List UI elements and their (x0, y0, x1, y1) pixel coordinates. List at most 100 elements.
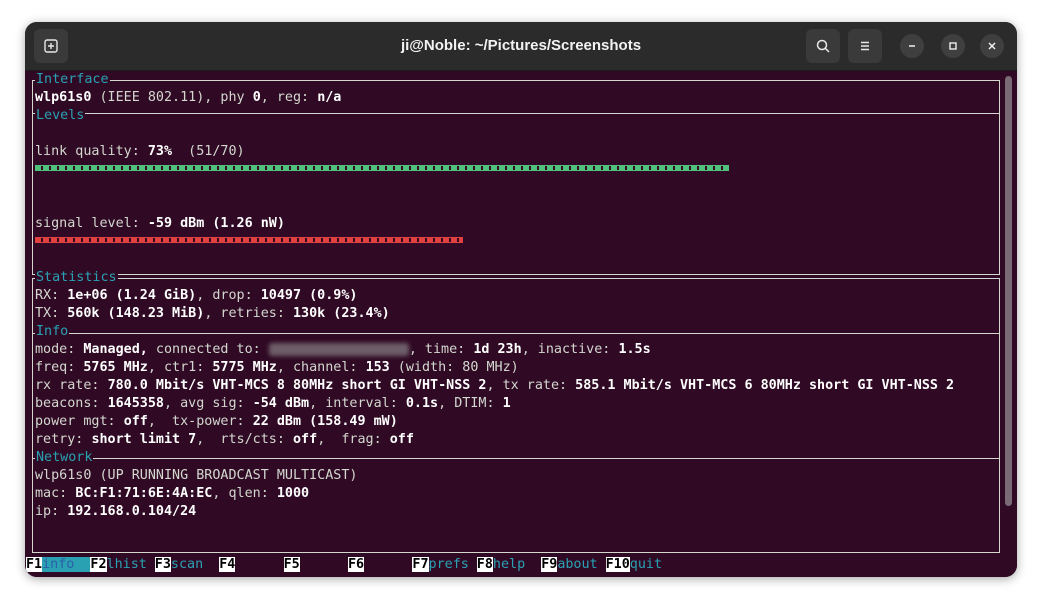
rts-value: off (293, 432, 318, 447)
channel-width: (width: 80 MHz) (389, 360, 519, 375)
link-quality-ratio: (51/70) (172, 144, 245, 159)
title-bar: ji@Noble: ~/Pictures/Screenshots (25, 22, 1017, 71)
retry-line: retry: short limit 7, rts/cts: off, frag… (35, 431, 414, 449)
rate-line: rx rate: 780.0 Mbit/s VHT-MCS 8 80MHz sh… (35, 377, 954, 395)
freq-value: 5765 MHz (83, 360, 148, 375)
function-key-f9[interactable]: F9about (541, 556, 598, 574)
signal-level-value: -59 dBm (1.26 nW) (147, 216, 285, 231)
interface-line: wlp61s0 (IEEE 802.11), phy 0, reg: n/a (35, 89, 341, 107)
function-key-code: F6 (348, 557, 365, 572)
dtim-label: , DTIM: (438, 396, 503, 411)
function-key-f10[interactable]: F10quit (605, 556, 663, 574)
ctr1-label: , ctr1: (147, 360, 213, 375)
search-icon (816, 39, 830, 53)
retry-value: short limit 7 (91, 432, 197, 447)
mode-label: mode: (35, 342, 84, 357)
qlen-value: 1000 (276, 486, 310, 501)
tx-rate-value: 585.1 Mbit/s VHT-MCS 6 80MHz short GI VH… (575, 378, 955, 393)
ip-value: 192.168.0.104/24 (67, 504, 197, 519)
signal-level-bar (35, 237, 463, 243)
network-iface-line: wlp61s0 (UP RUNNING BROADCAST MULTICAST) (35, 467, 357, 485)
close-button[interactable] (980, 34, 1004, 58)
channel-label: , channel: (276, 360, 366, 375)
menu-button[interactable] (848, 29, 882, 63)
inactive-value: 1.5s (618, 342, 651, 357)
link-quality-value: 73% (147, 144, 173, 159)
freq-line: freq: 5765 MHz, ctr1: 5775 MHz, channel:… (35, 359, 519, 377)
function-key-label: help (492, 557, 526, 572)
function-key-code: F5 (283, 557, 300, 572)
dtim-value: 1 (502, 396, 511, 411)
function-key-code: F2 (90, 557, 107, 572)
function-key-label: lhist (106, 557, 147, 572)
tx-label: TX: (35, 306, 68, 321)
function-key-f2[interactable]: F2lhist (90, 556, 147, 574)
info-section-title: Info (35, 324, 70, 340)
rx-rate-value: 780.0 Mbit/s VHT-MCS 8 80MHz short GI VH… (107, 378, 487, 393)
function-key-code: F1 (26, 557, 43, 572)
tx-retries-value: 130k (23.4%) (293, 306, 390, 321)
mode-line: mode: Managed, connected to: , time: 1d … (35, 341, 651, 359)
function-key-label: about (557, 557, 598, 572)
search-button[interactable] (806, 29, 840, 63)
function-key-f5[interactable]: F5 (283, 556, 300, 574)
signal-level-label: signal level: (35, 216, 148, 231)
beacons-value: 1645358 (107, 396, 164, 411)
function-key-code: F7 (412, 557, 429, 572)
redacted-bssid (268, 342, 409, 356)
link-quality-label: link quality: (35, 144, 148, 159)
function-key-f7[interactable]: F7prefs (412, 556, 469, 574)
function-key-f6[interactable]: F6 (348, 556, 365, 574)
function-key-label: quit (629, 557, 663, 572)
power-mgt-label: power mgt: (35, 414, 124, 429)
statistics-section-title: Statistics (35, 270, 118, 286)
function-key-label: prefs (428, 557, 469, 572)
time-value: 1d 23h (473, 342, 522, 357)
interface-section-title: Interface (35, 72, 110, 88)
network-flags: (UP RUNNING BROADCAST MULTICAST) (91, 468, 358, 483)
ip-line: ip: 192.168.0.104/24 (35, 503, 196, 521)
function-key-f3[interactable]: F3scan (154, 556, 203, 574)
connected-label: connected to: (147, 342, 269, 357)
network-section-title: Network (35, 450, 94, 466)
function-key-f4[interactable]: F4 (219, 556, 236, 574)
signal-level-line: signal level: -59 dBm (1.26 nW) (35, 215, 285, 233)
minimize-icon (909, 45, 915, 47)
power-line: power mgt: off, tx-power: 22 dBm (158.49… (35, 413, 398, 431)
tx-rate-label: , tx rate: (486, 378, 576, 393)
function-key-label: info (42, 557, 91, 572)
ip-label: ip: (35, 504, 68, 519)
function-key-f8[interactable]: F8help (476, 556, 526, 574)
link-quality-line: link quality: 73% (51/70) (35, 143, 245, 161)
rx-rate-label: rx rate: (35, 378, 108, 393)
inactive-label: , inactive: (521, 342, 619, 357)
function-key-bar: F1info F2lhist F3scan F4 F5 F6 F7prefs F8help F… (25, 556, 1017, 574)
rx-drop-value: 10497 (0.9%) (260, 288, 358, 303)
interval-value: 0.1s (405, 396, 439, 411)
freq-label: freq: (35, 360, 84, 375)
terminal-content: Interface wlp61s0 (IEEE 802.11), phy 0, … (25, 71, 1017, 577)
maximize-icon (949, 42, 957, 50)
beacons-line: beacons: 1645358, avg sig: -54 dBm, inte… (35, 395, 511, 413)
tx-value: 560k (148.23 MiB) (67, 306, 205, 321)
ctr1-value: 5775 MHz (212, 360, 277, 375)
network-iface: wlp61s0 (35, 468, 92, 483)
tx-power-label: , tx-power: (147, 414, 253, 429)
rx-line: RX: 1e+06 (1.24 GiB), drop: 10497 (0.9%) (35, 287, 358, 305)
maximize-button[interactable] (941, 34, 965, 58)
retry-label: retry: (35, 432, 92, 447)
minimize-button[interactable] (900, 34, 924, 58)
avg-sig-value: -54 dBm (252, 396, 310, 411)
mac-label: mac: (35, 486, 76, 501)
phy-value: 0 (252, 90, 261, 105)
function-key-f1[interactable]: F1info (26, 556, 91, 574)
interface-standard: (IEEE 802.11), phy (91, 90, 253, 105)
function-key-code: F10 (605, 557, 630, 572)
reg-label: , reg: (260, 90, 318, 105)
levels-section-title: Levels (35, 108, 86, 124)
scrollbar[interactable] (1005, 76, 1012, 506)
qlen-label: , qlen: (212, 486, 277, 501)
function-key-code: F3 (154, 557, 171, 572)
levels-section (32, 112, 1000, 275)
reg-value: n/a (317, 90, 342, 105)
